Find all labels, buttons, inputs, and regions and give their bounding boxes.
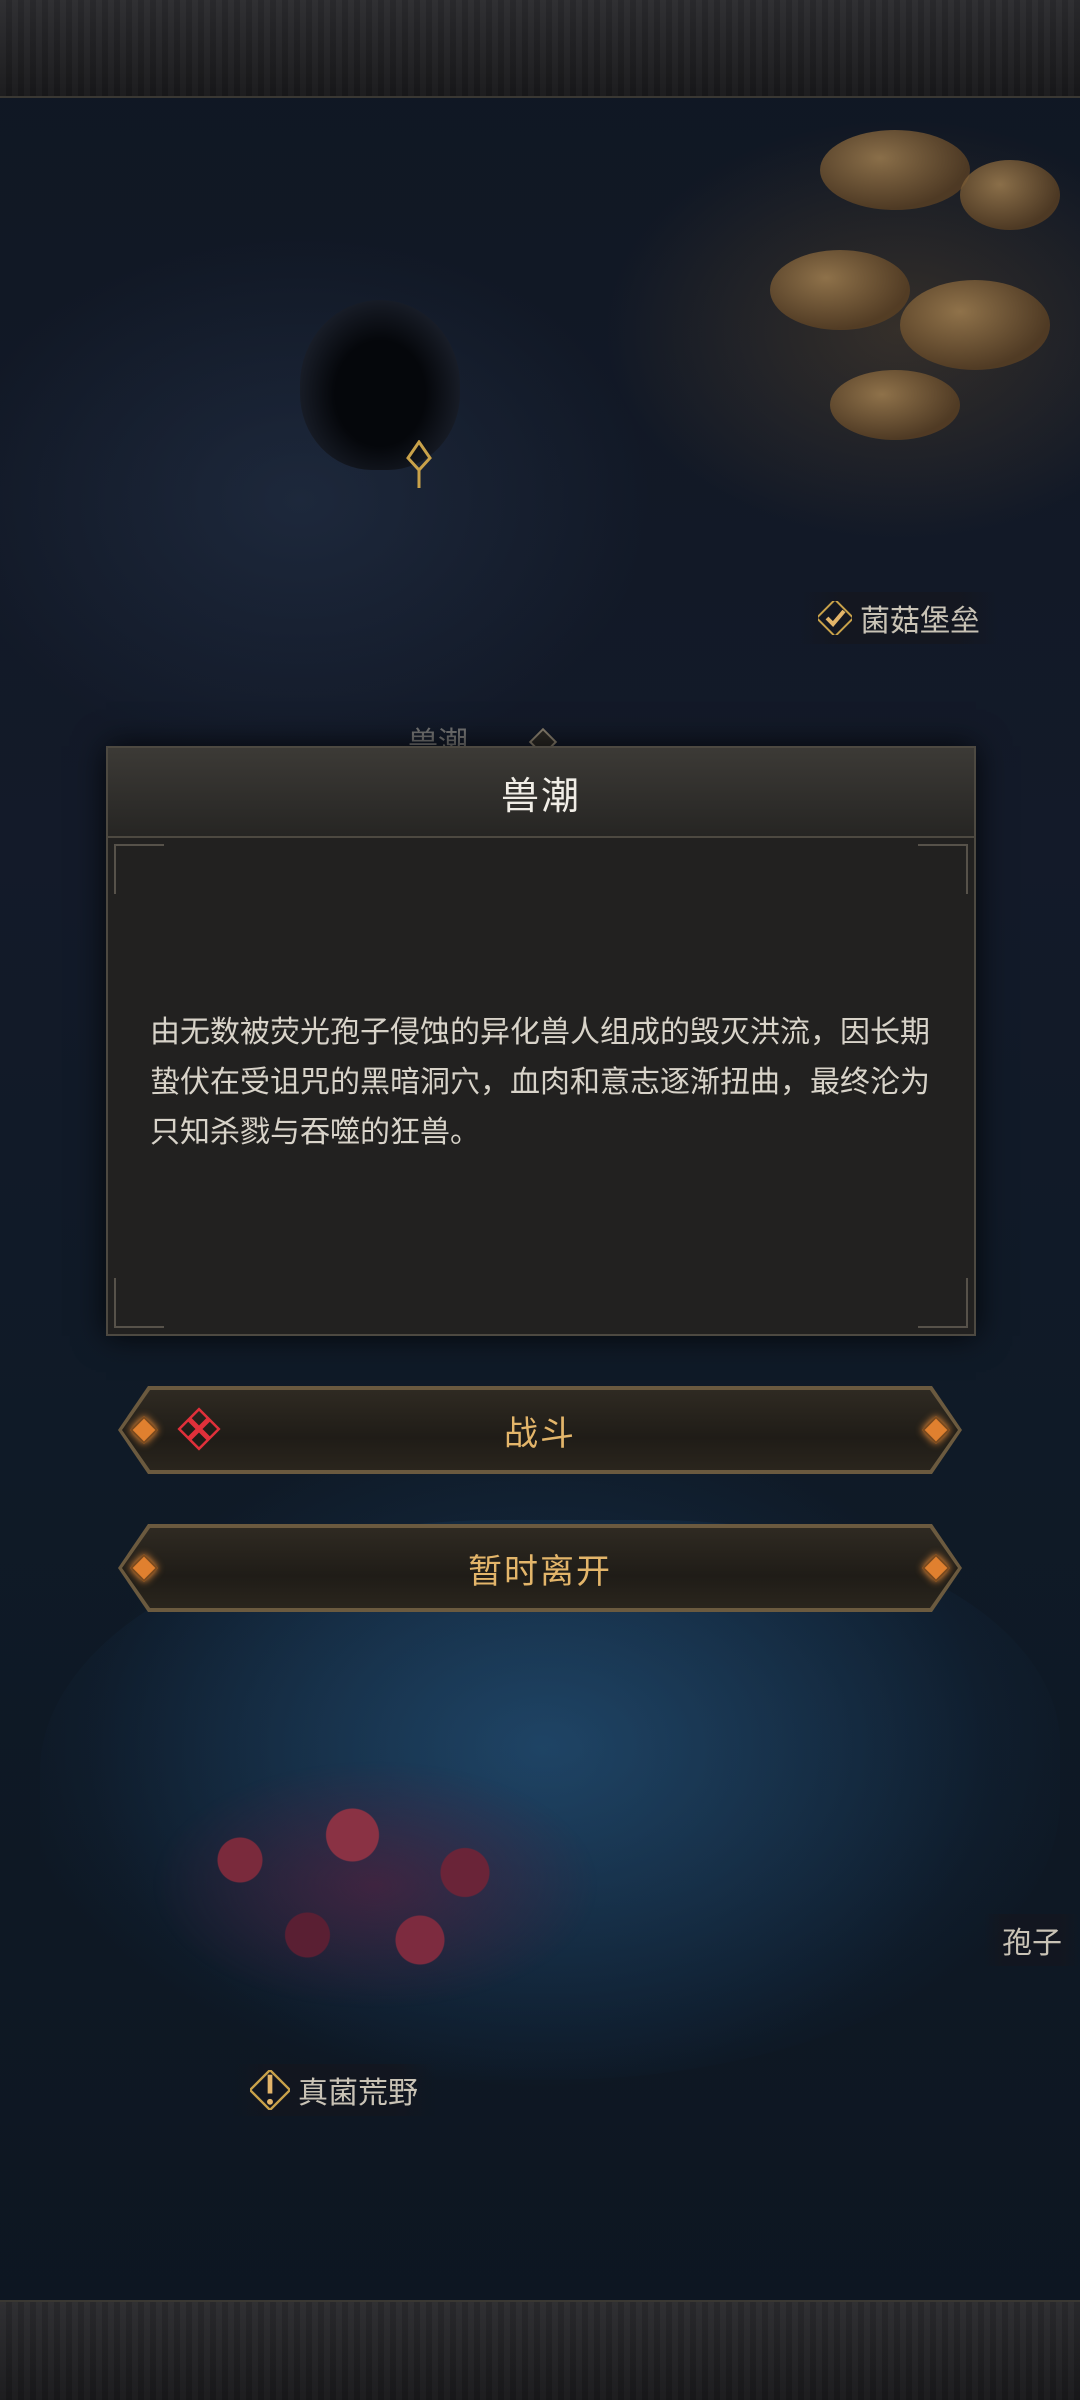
alert-icon	[250, 2070, 290, 2110]
location-fungal-wilds[interactable]: 真菌荒野	[232, 2064, 436, 2116]
corner-ornament	[114, 844, 164, 894]
event-dialog: 兽潮 由无数被荧光孢子侵蚀的异化兽人组成的毁灭洪流，因长期蛰伏在受诅咒的黑暗洞穴…	[106, 746, 976, 1336]
location-mushroom-fortress[interactable]: 菌菇堡垒	[800, 592, 998, 644]
dialog-title: 兽潮	[500, 773, 581, 818]
bottom-frame	[0, 2300, 1080, 2400]
mushroom-cluster	[900, 280, 1050, 370]
dialog-description: 由无数被荧光孢子侵蚀的异化兽人组成的毁灭洪流，因长期蛰伏在受诅咒的黑暗洞穴，血肉…	[150, 1015, 930, 1150]
crossed-swords-icon	[177, 1407, 221, 1451]
location-spore[interactable]: 孢子	[984, 1914, 1080, 1966]
mushroom-cluster	[960, 160, 1060, 230]
berry-patch	[150, 1760, 600, 2010]
mushroom-cluster	[820, 130, 970, 210]
location-pin-icon[interactable]	[404, 440, 434, 490]
location-label: 真菌荒野	[298, 2076, 418, 2111]
location-label: 菌菇堡垒	[860, 604, 980, 639]
fight-button-label: 战斗	[504, 1413, 576, 1454]
mushroom-cluster	[830, 370, 960, 440]
dialog-header: 兽潮	[108, 748, 974, 838]
mushroom-cluster	[770, 250, 910, 330]
check-icon	[818, 601, 852, 635]
corner-ornament	[918, 1278, 968, 1328]
location-label: 孢子	[1002, 1926, 1062, 1961]
leave-button-label: 暂时离开	[468, 1551, 612, 1592]
top-frame	[0, 0, 1080, 98]
fight-button[interactable]: 战斗	[118, 1386, 962, 1474]
dark-cave	[300, 300, 460, 470]
dialog-body: 由无数被荧光孢子侵蚀的异化兽人组成的毁灭洪流，因长期蛰伏在受诅咒的黑暗洞穴，血肉…	[108, 838, 974, 1334]
corner-ornament	[114, 1278, 164, 1328]
corner-ornament	[918, 844, 968, 894]
leave-button[interactable]: 暂时离开	[118, 1524, 962, 1612]
